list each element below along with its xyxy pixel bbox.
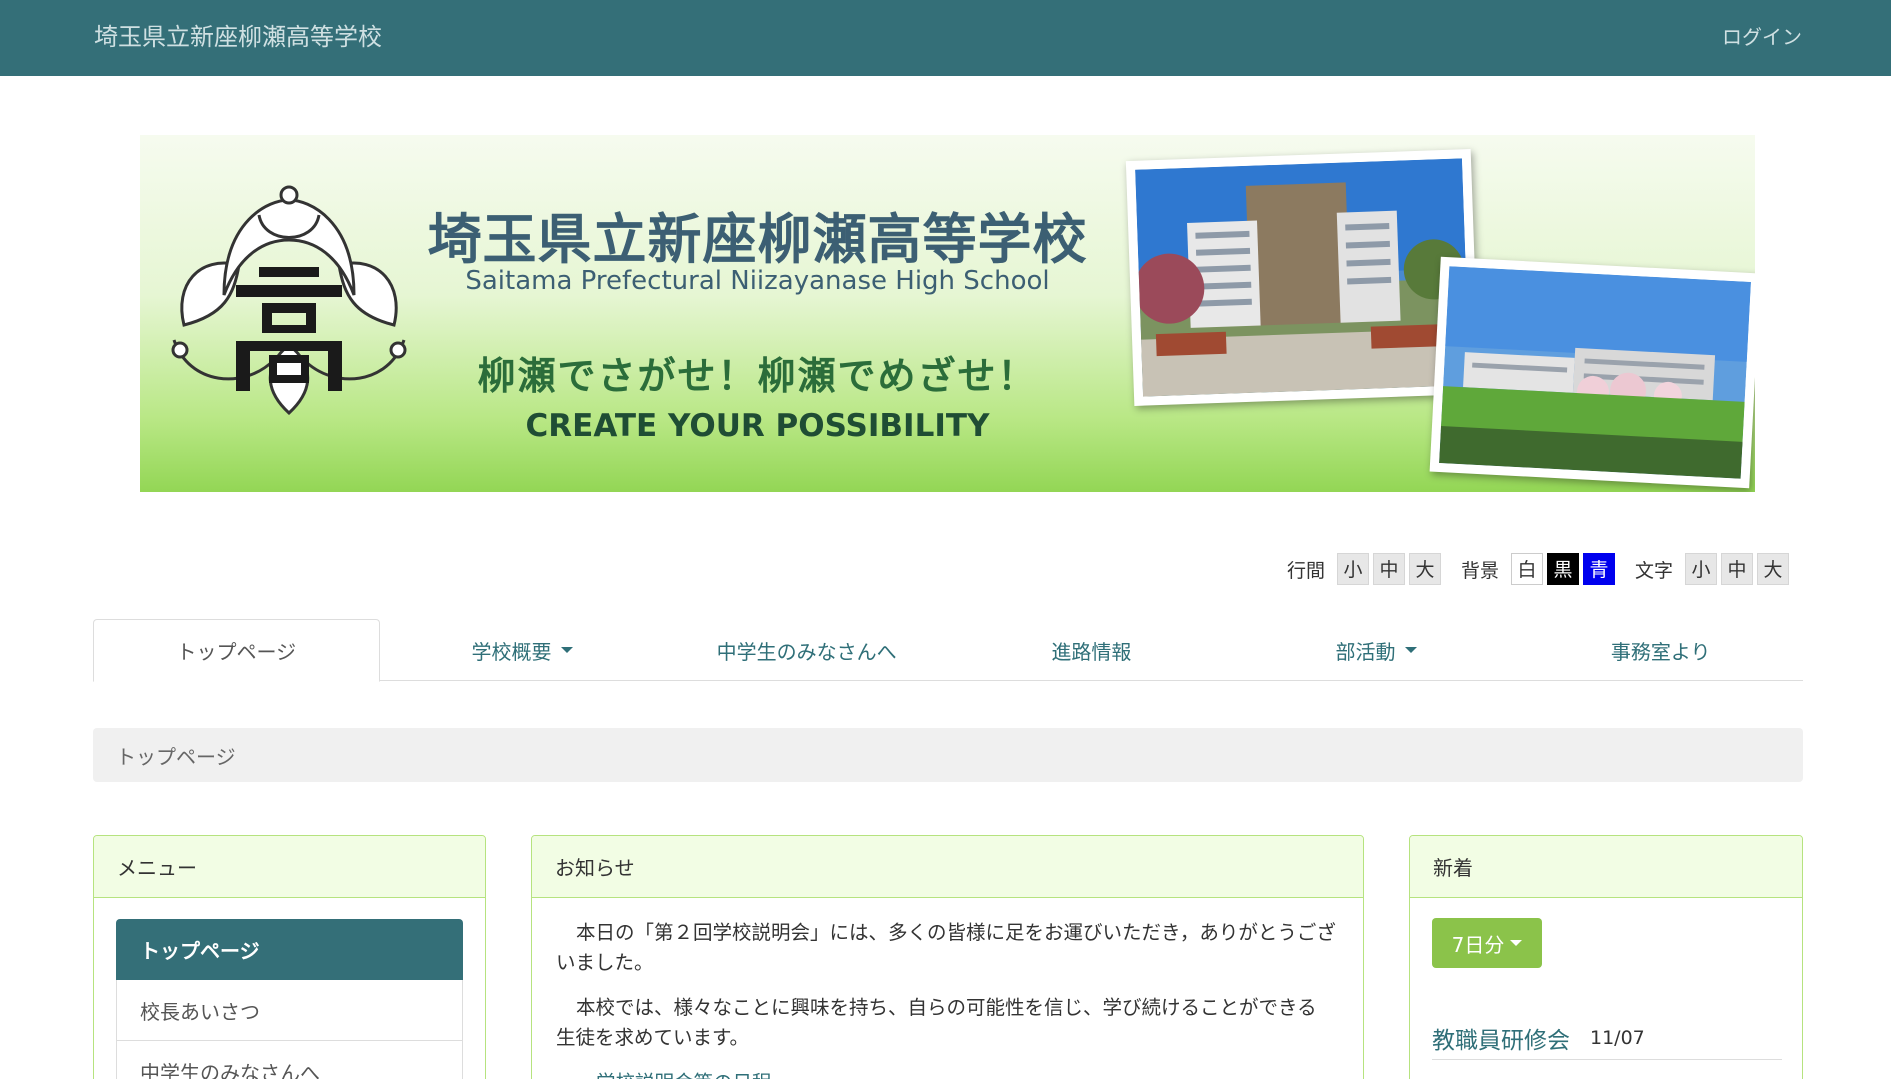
caret-down-icon	[1510, 940, 1523, 946]
line-spacing-medium-button[interactable]: 中	[1372, 553, 1405, 585]
main-nav-tabs: トップページ 学校概要 中学生のみなさんへ 進路情報 部活動 事務室より	[93, 619, 1803, 682]
text-size-medium-button[interactable]: 中	[1721, 553, 1753, 585]
text-size-large-button[interactable]: 大	[1757, 553, 1789, 585]
text-size-group: 文字 小 中 大	[1635, 553, 1789, 585]
school-banner: 埼玉県立新座柳瀬高等学校 Saitama Prefectural Niizaya…	[140, 135, 1755, 492]
tab-top-page[interactable]: トップページ	[93, 619, 380, 682]
briefing-schedule-link[interactable]: 学校説明会等の日程	[556, 1068, 1336, 1079]
caret-down-icon	[1404, 647, 1417, 653]
news-body: 本日の「第２回学校説明会」には、多くの皆様に足をお運びいただき，ありがとうござい…	[556, 918, 1336, 1079]
menu-item-junior-high-students[interactable]: 中学生のみなさんへ	[116, 1041, 463, 1079]
site-title[interactable]: 埼玉県立新座柳瀬高等学校	[94, 20, 382, 54]
top-navbar: 埼玉県立新座柳瀬高等学校 ログイン	[0, 0, 1891, 76]
tab-label: 部活動	[1335, 639, 1396, 664]
background-black-button[interactable]: 黒	[1546, 553, 1579, 585]
banner-subtitle: Saitama Prefectural Niizayanase High Sch…	[465, 266, 1050, 296]
tab-career-info[interactable]: 進路情報	[949, 619, 1234, 681]
campus-photo	[1429, 256, 1755, 489]
background-blue-button[interactable]: 青	[1582, 553, 1615, 585]
new-item-title-link[interactable]: 教職員研修会	[1432, 1021, 1570, 1055]
school-crest-icon	[164, 175, 414, 425]
menu-item-principal-greeting[interactable]: 校長あいさつ	[116, 980, 463, 1041]
login-link[interactable]: ログイン	[1722, 22, 1802, 52]
tab-label: トップページ	[176, 640, 297, 664]
line-spacing-large-button[interactable]: 大	[1408, 553, 1441, 585]
caret-down-icon	[560, 647, 573, 653]
text-size-label: 文字	[1634, 559, 1673, 582]
new-item-date: 11/07	[1590, 1026, 1645, 1049]
background-group: 背景 白 黒 青	[1461, 553, 1615, 585]
tab-club-activities[interactable]: 部活動	[1234, 619, 1519, 681]
menu-item-top-page[interactable]: トップページ	[116, 919, 463, 980]
accessibility-toolbar: 行間 小 中 大 背景 白 黒 青 文字 小 中 大	[1267, 553, 1789, 585]
days-range-label: 7日分	[1451, 932, 1505, 957]
line-spacing-group: 行間 小 中 大	[1287, 553, 1441, 585]
breadcrumb: トップページ	[93, 728, 1803, 782]
line-spacing-label: 行間	[1286, 559, 1325, 582]
tab-label: 学校概要	[471, 639, 552, 664]
tab-junior-high-students[interactable]: 中学生のみなさんへ	[664, 619, 949, 681]
news-panel: お知らせ 本日の「第２回学校説明会」には、多くの皆様に足をお運びいただき，ありが…	[531, 835, 1364, 1079]
breadcrumb-current: トップページ	[116, 744, 236, 769]
news-panel-heading: お知らせ	[532, 836, 1363, 898]
menu-panel-heading: メニュー	[94, 836, 485, 898]
menu-panel: メニュー トップページ 校長あいさつ 中学生のみなさんへ	[93, 835, 486, 1079]
news-paragraph: 本校では、様々なことに興味を持ち、自らの可能性を信じ、学び続けることができる生徒…	[556, 996, 1317, 1049]
new-arrivals-panel: 新着 7日分 教職員研修会 11/07	[1409, 835, 1803, 1079]
tab-school-overview[interactable]: 学校概要	[380, 619, 665, 681]
tab-label: 事務室より	[1610, 639, 1711, 664]
background-white-button[interactable]: 白	[1510, 553, 1543, 585]
tab-office[interactable]: 事務室より	[1518, 619, 1803, 681]
line-spacing-small-button[interactable]: 小	[1336, 553, 1369, 585]
text-size-small-button[interactable]: 小	[1685, 553, 1717, 585]
banner-motto: CREATE YOUR POSSIBILITY	[525, 408, 990, 444]
tab-label: 進路情報	[1051, 639, 1132, 664]
banner-slogan: 柳瀬でさがせ！柳瀬でめざせ！	[477, 354, 1038, 398]
background-label: 背景	[1460, 559, 1499, 582]
days-range-dropdown[interactable]: 7日分	[1432, 918, 1542, 968]
school-building-photo	[1125, 149, 1480, 406]
new-arrivals-heading: 新着	[1410, 836, 1802, 898]
news-paragraph: 本日の「第２回学校説明会」には、多くの皆様に足をお運びいただき，ありがとうござい…	[556, 921, 1336, 974]
tab-label: 中学生のみなさんへ	[716, 639, 897, 664]
list-item: 教職員研修会 11/07	[1432, 1016, 1782, 1060]
menu-list: トップページ 校長あいさつ 中学生のみなさんへ	[116, 919, 463, 1079]
